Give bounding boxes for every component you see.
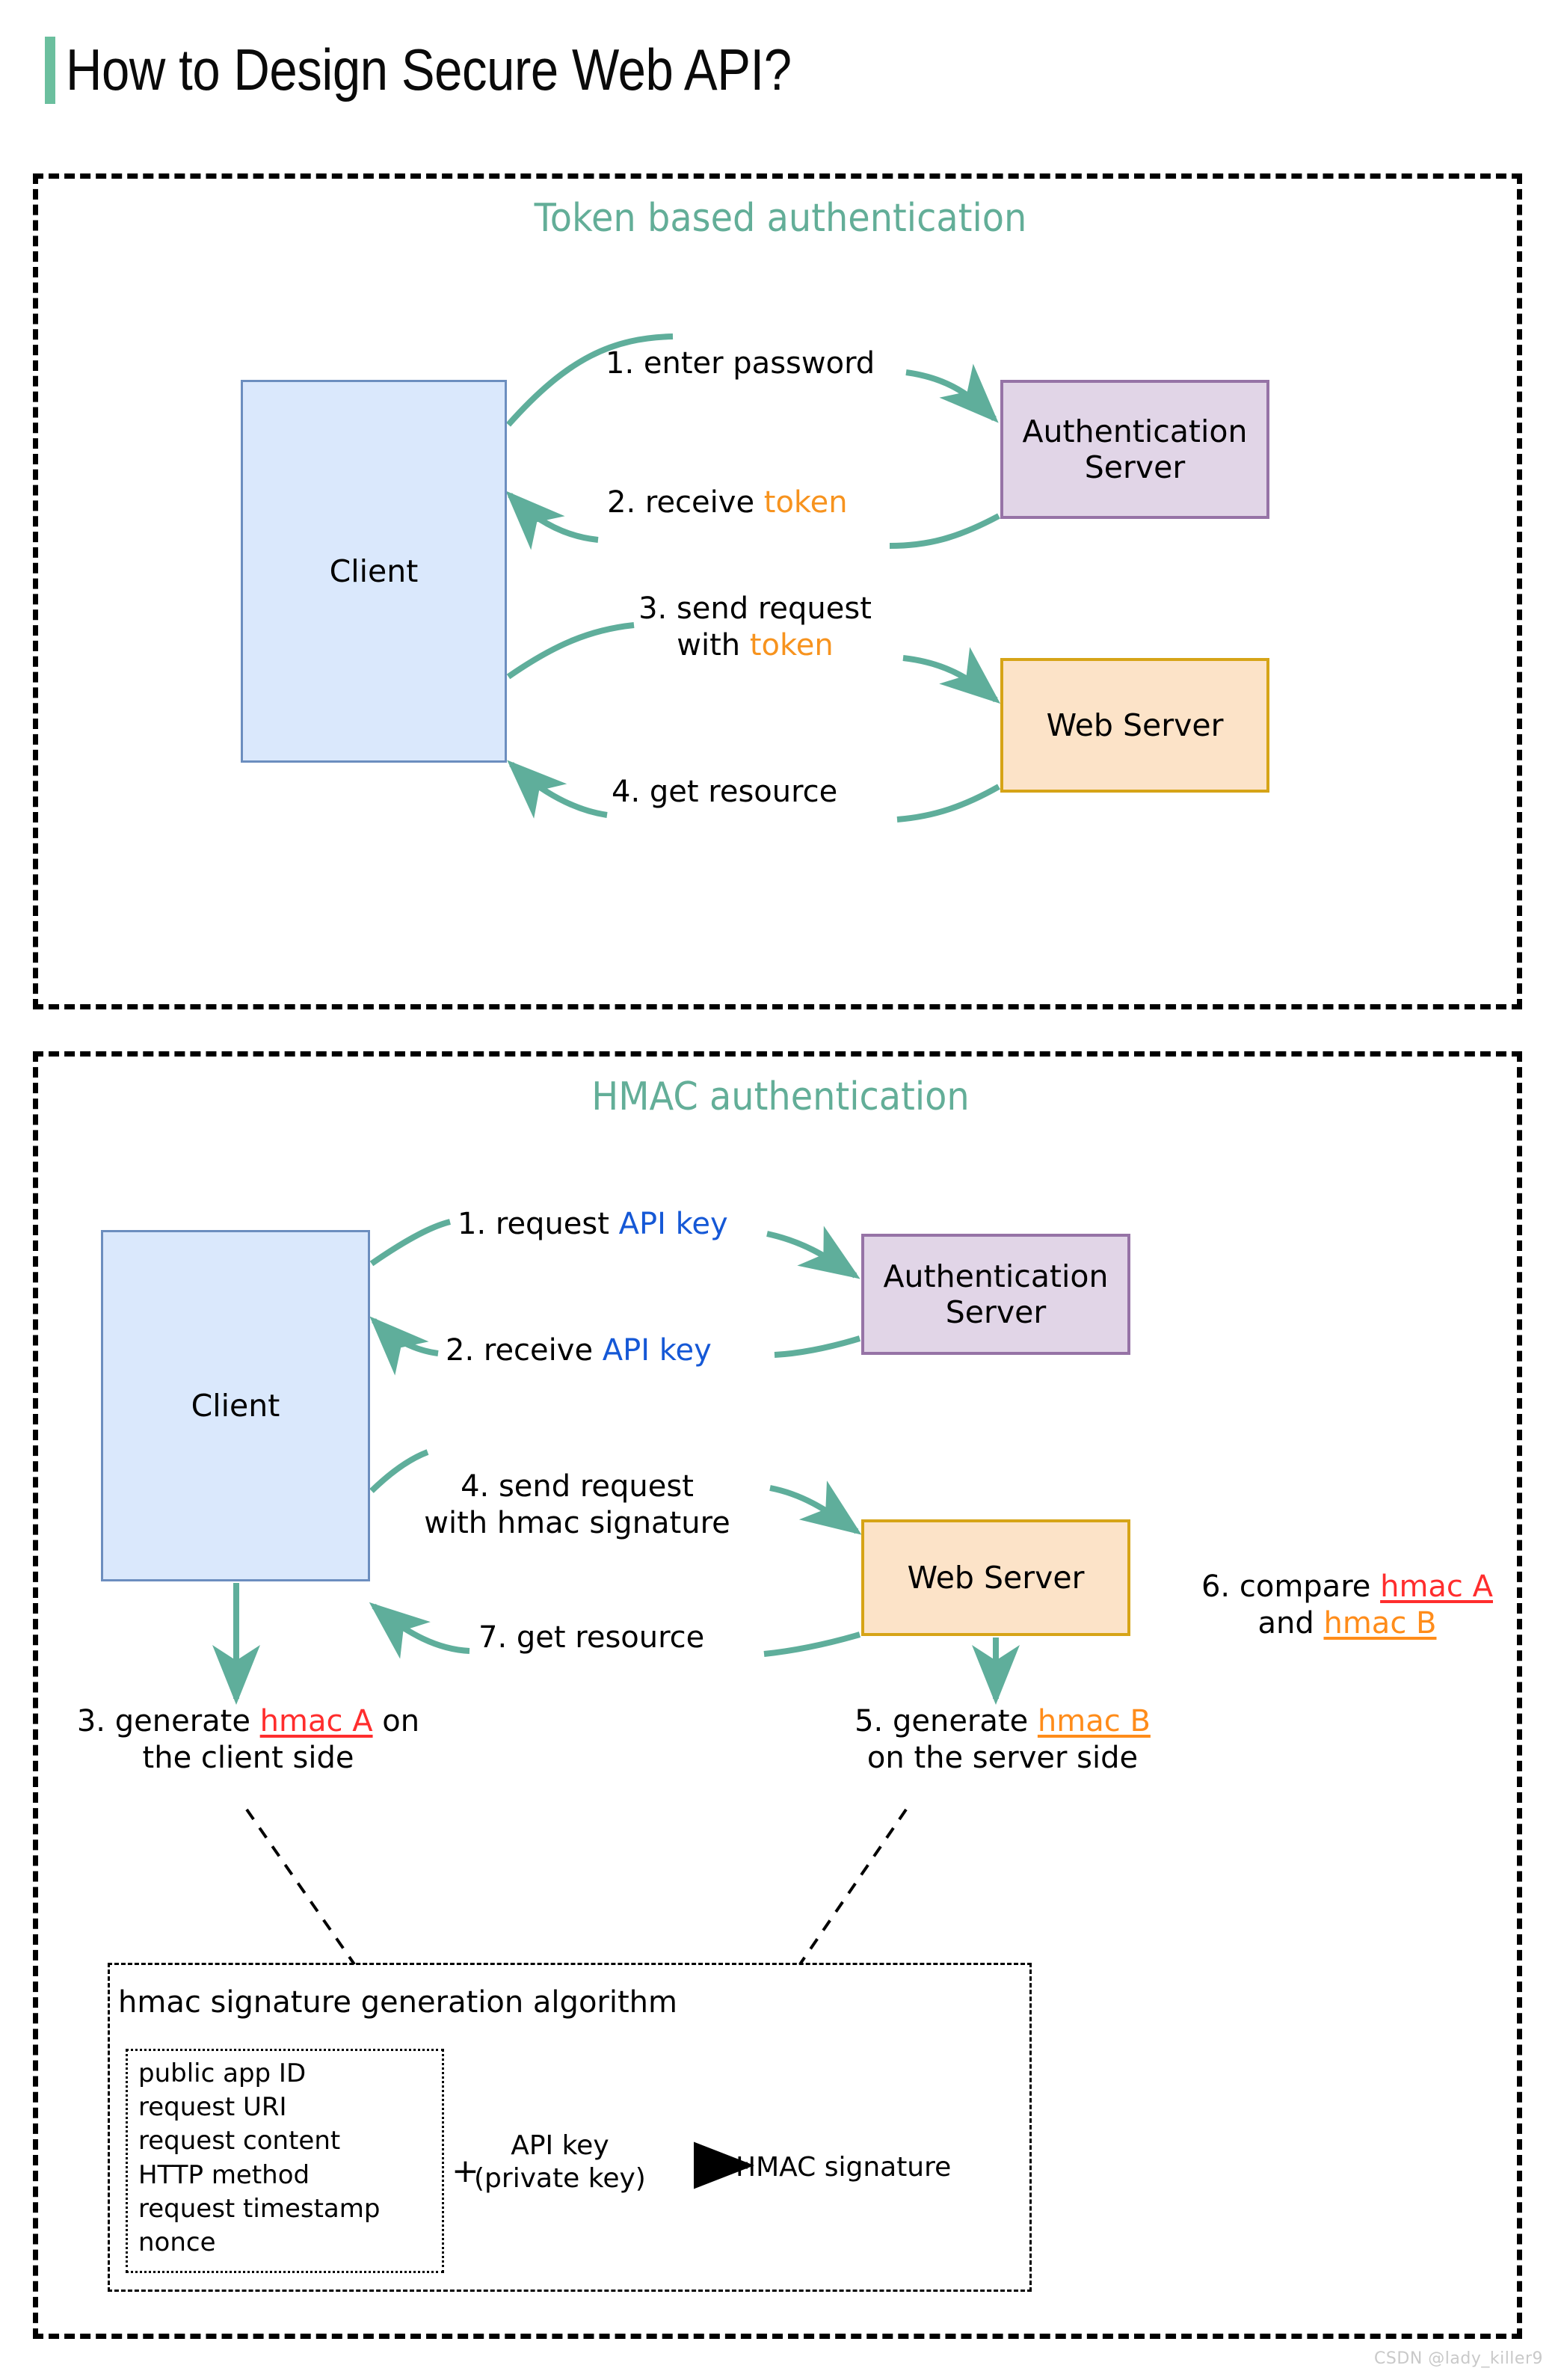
hmac-flow-1-label: 1. request API key	[458, 1207, 728, 1241]
hmac-a-keyword: hmac A	[1380, 1569, 1493, 1604]
hmac-auth-server-box[interactable]: Authentication Server	[861, 1234, 1130, 1355]
api-key-keyword: API key	[618, 1207, 728, 1241]
hmac-flow-7-label: 7. get resource	[478, 1620, 705, 1655]
hmac-flow-5-label: 5. generate hmac B on the server side	[855, 1704, 1151, 1775]
token-auth-server-box[interactable]: Authentication Server	[1000, 380, 1269, 519]
hmac-section-heading: HMAC authentication	[591, 1074, 970, 1119]
token-keyword: token	[763, 485, 848, 520]
hmac-algorithm-title: hmac signature generation algorithm	[118, 1985, 677, 2020]
algo-result-label: HMAC signature	[736, 2152, 952, 2183]
algo-input-item: request timestamp	[138, 2193, 381, 2224]
hmac-flow-2-label: 2. receive API key	[446, 1333, 712, 1368]
token-web-server-box[interactable]: Web Server	[1000, 658, 1269, 793]
hmac-flow-3-label: 3. generate hmac A on the client side	[76, 1704, 420, 1775]
token-flow-1-label: 1. enter password	[606, 346, 875, 381]
page-title-text: How to Design Secure Web API?	[66, 37, 792, 102]
token-web-server-label: Web Server	[1046, 707, 1224, 743]
algo-input-item: nonce	[138, 2227, 216, 2258]
hmac-web-server-label: Web Server	[907, 1559, 1085, 1596]
token-client-box[interactable]: Client	[241, 380, 507, 763]
hmac-b-keyword: hmac B	[1323, 1605, 1437, 1641]
hmac-b-keyword: hmac B	[1037, 1704, 1151, 1738]
watermark: CSDN @lady_killer9	[1374, 2349, 1543, 2368]
token-client-label: Client	[329, 553, 419, 589]
token-flow-4-label: 4. get resource	[612, 775, 838, 809]
hmac-flow-4-label: 4. send request with hmac signature	[424, 1469, 730, 1540]
hmac-algorithm-inputs-box: public app ID request URI request conten…	[126, 2049, 444, 2273]
page-title: How to Design Secure Web API?	[45, 36, 910, 104]
algo-api-key-label: API key (private key)	[474, 2130, 646, 2194]
token-flow-3-label: 3. send request with token	[638, 591, 872, 662]
title-accent-bar	[45, 36, 55, 104]
algo-input-item: HTTP method	[138, 2159, 310, 2190]
token-keyword: token	[749, 627, 834, 662]
api-key-keyword: API key	[602, 1333, 712, 1368]
algo-input-item: public app ID	[138, 2058, 307, 2088]
hmac-auth-server-label: Authentication Server	[883, 1258, 1109, 1330]
hmac-client-label: Client	[191, 1387, 280, 1424]
token-section-heading: Token based authentication	[534, 196, 1027, 241]
token-flow-2-label: 2. receive token	[607, 485, 848, 520]
hmac-a-keyword: hmac A	[259, 1704, 373, 1738]
hmac-web-server-box[interactable]: Web Server	[861, 1519, 1130, 1636]
hmac-client-box[interactable]: Client	[101, 1230, 370, 1581]
algo-input-item: request URI	[138, 2092, 287, 2123]
token-auth-server-label: Authentication Server	[1022, 413, 1248, 485]
hmac-flow-6-label: 6. compare hmac A and hmac B	[1201, 1569, 1493, 1641]
algo-input-item: request content	[138, 2126, 341, 2156]
